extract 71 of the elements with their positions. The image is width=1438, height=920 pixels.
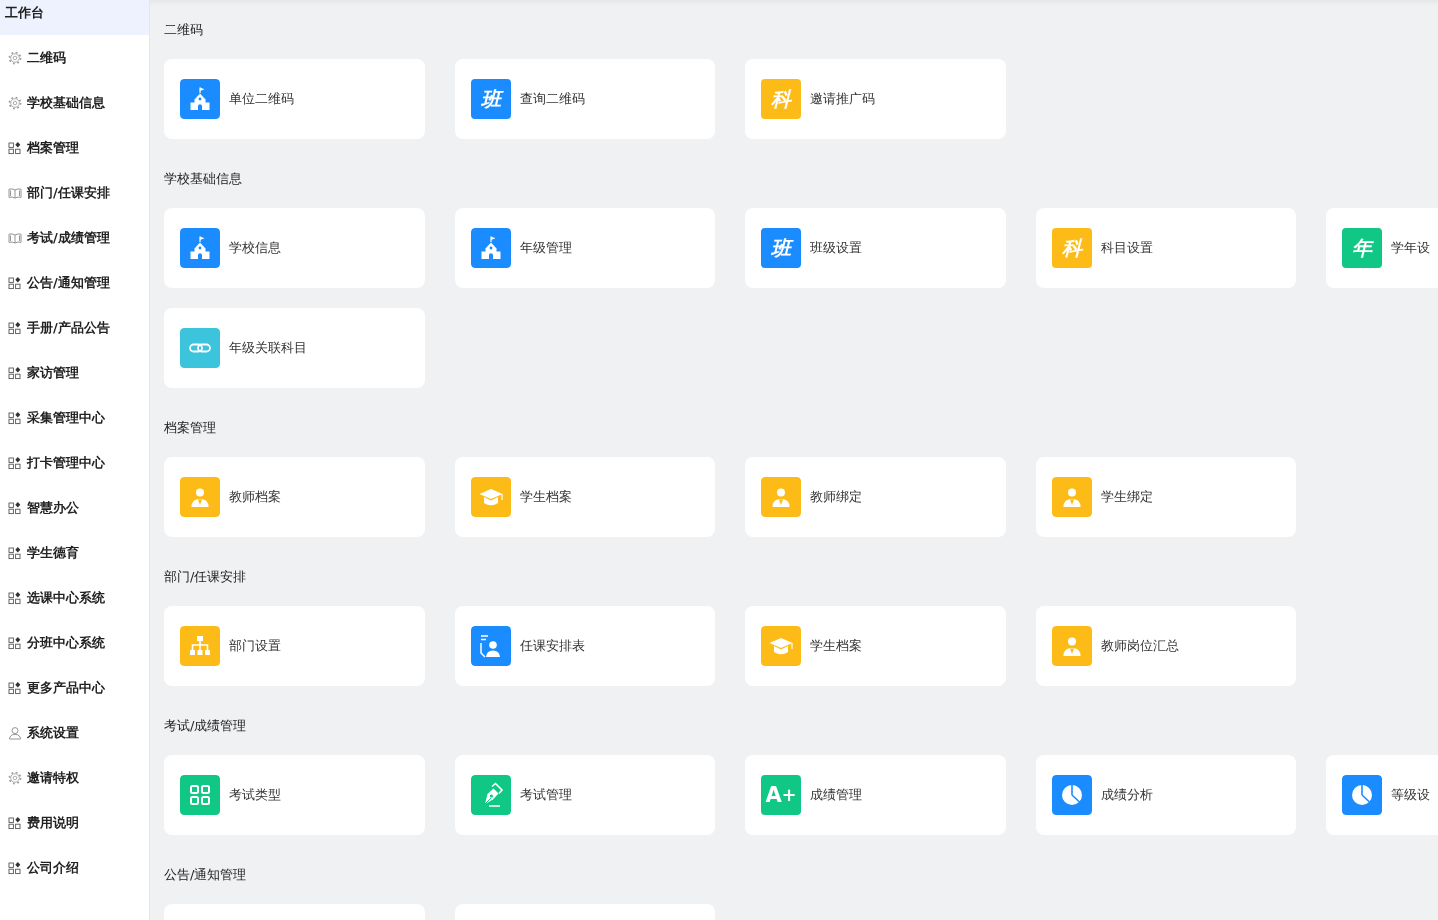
feature-card[interactable]: 年 学年设 [1326,208,1438,288]
apps-icon [8,680,22,695]
section-title: 考试/成绩管理 [164,717,247,735]
gear-icon [8,770,22,785]
menu-item[interactable]: 档案管理 [0,125,149,170]
feature-card[interactable]: 班 查询二维码 [454,59,715,139]
apps-icon [8,545,22,560]
feature-card[interactable]: 成绩分析 [1035,755,1296,835]
menu-item[interactable]: 学生德育 [0,530,149,575]
feature-card[interactable]: 等级设 [1326,755,1438,835]
feature-card[interactable]: 考试管理 [454,755,715,835]
character-icon: 班 [761,228,801,268]
feature-card[interactable]: 教师绑定 [745,457,1006,537]
menu-item[interactable]: 智慧办公 [0,485,149,530]
character-icon: 班 [470,79,511,119]
book-icon [8,230,22,245]
menu-item[interactable]: 手册/产品公告 [0,305,149,350]
feature-card[interactable]: 学校信息 [164,208,425,288]
character-icon: 科 [1051,228,1092,268]
menu-item[interactable]: 分班中心系统 [0,620,149,665]
feature-card[interactable]: 科 科目设置 [1035,208,1296,288]
apps-icon [8,365,22,380]
menu-item[interactable]: 打卡管理中心 [0,440,149,485]
menu-item[interactable]: 二维码 [0,35,149,80]
user-icon [8,725,22,740]
apps-icon [8,320,22,335]
character-icon: 年 [1342,228,1382,268]
menu-item[interactable]: 家访管理 [0,350,149,395]
section-title: 部门/任课安排 [164,568,247,586]
feature-card[interactable]: 教师岗位汇总 [1035,606,1296,686]
apps-icon [8,590,22,605]
menu-item[interactable]: 更多产品中心 [0,665,149,710]
apps-icon [8,500,22,515]
feature-card[interactable]: 考试类型 [164,755,425,835]
character-icon: 科 [761,79,801,119]
feature-card[interactable]: 学生档案 [745,606,1006,686]
menu-item[interactable]: 费用说明 [0,800,149,845]
menu-item[interactable]: 工作台 [0,0,149,35]
feature-card[interactable]: 科 邀请推广码 [745,59,1006,139]
feature-card[interactable]: 部门设置 [164,606,425,686]
menu-item[interactable]: 公告/通知管理 [0,260,149,305]
menu-item[interactable]: 系统设置 [0,710,149,755]
feature-card[interactable]: 教师档案 [164,457,425,537]
menu-item[interactable]: 学校基础信息 [0,80,149,125]
feature-card[interactable]: 班 班级设置 [745,208,1006,288]
menu-item[interactable]: 部门/任课安排 [0,170,149,215]
apps-icon [8,410,22,425]
feature-card[interactable]: 年级关联科目 [164,308,425,388]
feature-card[interactable]: 学生档案 [454,457,715,537]
book-icon [8,185,22,200]
section-title: 学校基础信息 [164,170,242,188]
section-title: 二维码 [164,21,203,39]
feature-card[interactable]: 单位二维码 [164,59,425,139]
gear-icon [8,50,22,65]
menu-item[interactable]: 选课中心系统 [0,575,149,620]
menu-item[interactable]: 考试/成绩管理 [0,215,149,260]
apps-icon [8,635,22,650]
apps-icon [8,860,22,875]
section-title: 档案管理 [164,419,216,437]
gear-icon [8,95,22,110]
feature-card[interactable]: 学生绑定 [1035,457,1296,537]
menu-item[interactable]: 公司介绍 [0,845,149,890]
menu-item[interactable]: 邀请特权 [0,755,149,800]
apps-icon [8,815,22,830]
section-title: 公告/通知管理 [164,866,247,884]
apps-icon [8,455,22,470]
feature-card[interactable]: 任课安排表 [454,606,715,686]
feature-card[interactable]: 年级管理 [454,208,715,288]
apps-icon [8,275,22,290]
apps-icon [8,140,22,155]
menu-item[interactable]: 采集管理中心 [0,395,149,440]
